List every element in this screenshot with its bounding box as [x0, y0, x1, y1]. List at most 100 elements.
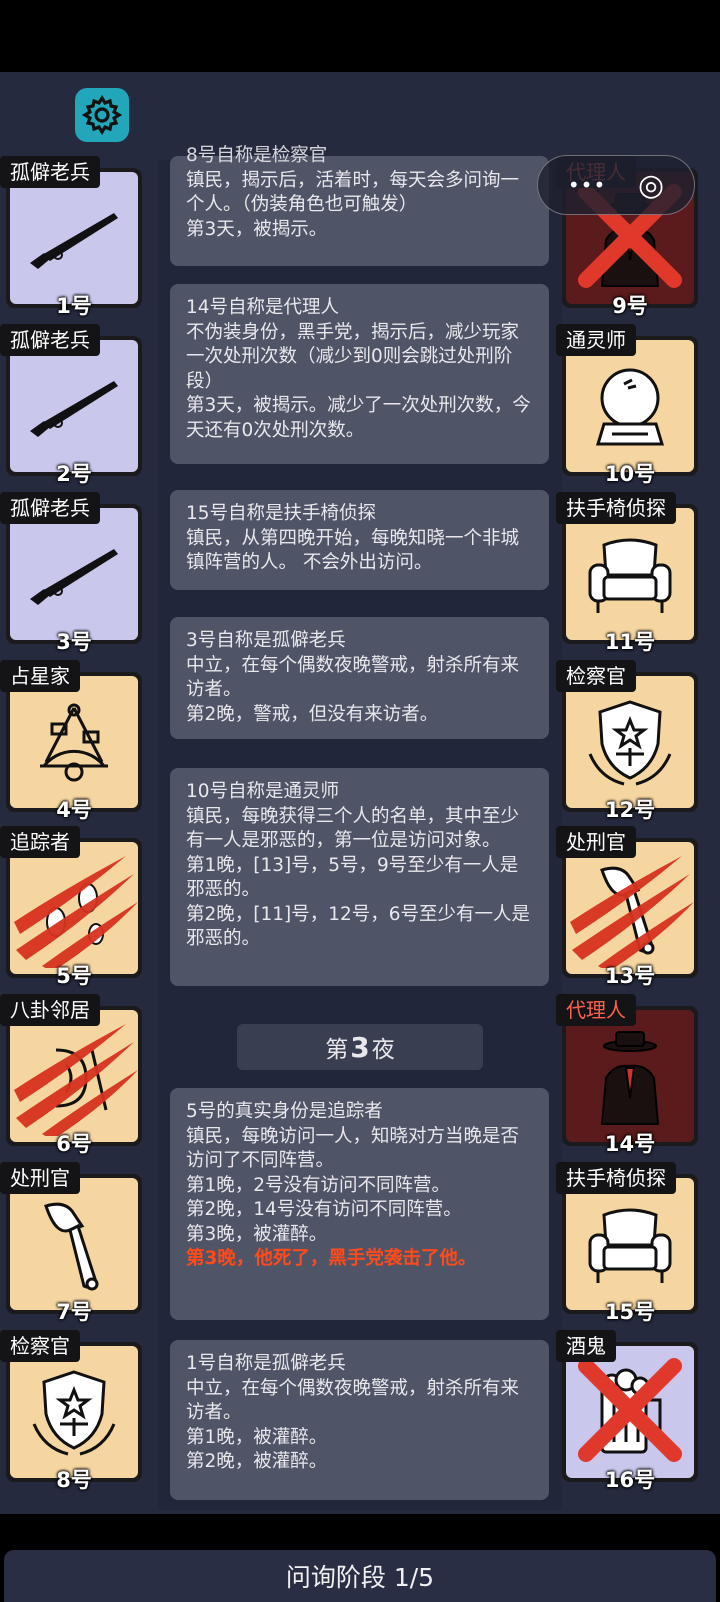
log-card-heading: 14号自称是代理人: [186, 297, 340, 318]
status-bar: [0, 0, 720, 72]
player-portrait: [10, 1178, 138, 1310]
player-role-label: 处刑官: [0, 1162, 80, 1194]
log-card-line: 镇民，揭示后，活着时，每天会多问询一个人。（伪装角色也可触发）: [186, 169, 520, 216]
log-card-line: 第1晚，2号没有访问不同阵营。: [186, 1174, 451, 1196]
night-number: 3: [350, 1030, 370, 1064]
armchair-icon: [576, 1196, 684, 1296]
player-role-label: 孤僻老兵: [0, 156, 100, 188]
player-portrait: [10, 340, 138, 472]
agent-icon: [576, 1028, 684, 1128]
log-card: 5号的真实身份是追踪者 镇民，每晚访问一人，知晓对方当晚是否访问了不同阵营。 第…: [170, 1088, 549, 1320]
player-number: 7号: [56, 1300, 92, 1324]
log-card: 15号自称是扶手椅侦探 镇民，从第四晚开始，每晚知晓一个非城镇阵营的人。 不会外…: [170, 490, 549, 590]
player-number: 15号: [604, 1300, 656, 1324]
player-role-label: 孤僻老兵: [0, 492, 100, 524]
player-card[interactable]: 酒鬼 16号: [556, 1330, 698, 1492]
log-card: 14号自称是代理人 不伪装身份，黑手党，揭示后，减少玩家一次处刑次数（减少到0则…: [170, 284, 549, 464]
night-label-suffix: 夜: [371, 1037, 395, 1063]
axe-icon: [20, 1196, 128, 1296]
log-card-heading: 8号自称是检察官: [186, 145, 328, 166]
log-card-line: 第3天，被揭示。: [186, 218, 328, 240]
player-number: 13号: [604, 964, 656, 988]
player-number: 14号: [604, 1132, 656, 1156]
player-portrait: [10, 508, 138, 640]
player-role-label: 扶手椅侦探: [556, 492, 676, 524]
player-number: 16号: [604, 1468, 656, 1492]
player-number: 9号: [612, 294, 648, 318]
player-card[interactable]: 通灵师 10号: [556, 324, 698, 486]
player-role-label: 代理人: [556, 994, 636, 1026]
armchair-icon: [576, 526, 684, 626]
player-card[interactable]: 扶手椅侦探 15号: [556, 1162, 698, 1324]
player-role-label: 占星家: [0, 660, 80, 692]
player-card[interactable]: 检察官 8号: [0, 1330, 142, 1492]
mini-program-capsule: ••• ◎: [537, 155, 695, 215]
log-card-heading: 3号自称是孤僻老兵: [186, 630, 346, 651]
player-card[interactable]: 孤僻老兵 1号: [0, 156, 142, 318]
player-number: 2号: [56, 462, 92, 486]
phase-indicator: 问询阶段 1/5: [4, 1550, 716, 1602]
log-card-heading: 1号自称是孤僻老兵: [186, 1353, 346, 1374]
player-number: 8号: [56, 1468, 92, 1492]
player-number: 10号: [604, 462, 656, 486]
player-card[interactable]: 扶手椅侦探 11号: [556, 492, 698, 654]
log-card-line: 镇民，每晚访问一人，知晓对方当晚是否访问了不同阵营。: [186, 1125, 520, 1172]
player-card[interactable]: 代理人 14号: [556, 994, 698, 1156]
claw-slash-icon: [562, 848, 698, 972]
log-card-line: 中立，在每个偶数夜晚警戒，射杀所有来访者。: [186, 654, 520, 701]
player-number: 4号: [56, 798, 92, 822]
log-card-line: 不伪装身份，黑手党，揭示后，减少玩家一次处刑次数（减少到0则会跳过处刑阶段）: [186, 321, 520, 392]
player-number: 12号: [604, 798, 656, 822]
player-role-label: 扶手椅侦探: [556, 1162, 676, 1194]
log-card: 10号自称是通灵师 镇民，每晚获得三个人的名单，其中至少有一人是邪恶的，第一位是…: [170, 768, 549, 986]
log-card-line: 第2晚，14号没有访问不同阵营。: [186, 1199, 462, 1220]
player-card[interactable]: 处刑官 13号: [556, 826, 698, 988]
close-target-icon[interactable]: ◎: [638, 168, 664, 203]
player-portrait: [566, 676, 694, 808]
player-portrait: [566, 1010, 694, 1142]
badge-icon: [20, 1364, 128, 1464]
eliminated-cross-icon: [572, 1352, 688, 1468]
player-portrait: [566, 1178, 694, 1310]
more-icon[interactable]: •••: [568, 173, 606, 197]
player-number: 5号: [56, 964, 92, 988]
player-role-label: 检察官: [556, 660, 636, 692]
crystal-ball-icon: [576, 358, 684, 458]
settings-button[interactable]: [75, 88, 129, 142]
log-card-line: 第3晚，被灌醉。: [186, 1223, 328, 1245]
player-number: 11号: [604, 630, 656, 654]
player-role-label: 酒鬼: [556, 1330, 616, 1362]
player-card[interactable]: 占星家 4号: [0, 660, 142, 822]
player-role-label: 八卦邻居: [0, 994, 100, 1026]
death-notice: 第3晚，他死了，黑手党袭击了他。: [186, 1248, 477, 1269]
log-card-line: 镇民，每晚获得三个人的名单，其中至少有一人是邪恶的，第一位是访问对象。: [186, 805, 520, 852]
player-role-label: 通灵师: [556, 324, 636, 356]
log-card-line: 第1晚，[13]号，5号，9号至少有一人是邪恶的。: [186, 854, 519, 901]
log-card-line: 中立，在每个偶数夜晚警戒，射杀所有来访者。: [186, 1377, 520, 1424]
player-number: 6号: [56, 1132, 92, 1156]
player-role-label: 追踪者: [0, 826, 80, 858]
player-card[interactable]: 追踪者 5号: [0, 826, 142, 988]
player-portrait: [566, 508, 694, 640]
player-card[interactable]: 处刑官 7号: [0, 1162, 142, 1324]
rifle-icon: [20, 190, 128, 290]
player-portrait: [566, 340, 694, 472]
player-number: 3号: [56, 630, 92, 654]
player-portrait: [10, 1346, 138, 1478]
player-portrait: [10, 676, 138, 808]
rifle-icon: [20, 358, 128, 458]
player-card[interactable]: 孤僻老兵 2号: [0, 324, 142, 486]
sextant-icon: [20, 694, 128, 794]
player-number: 1号: [56, 294, 92, 318]
player-card[interactable]: 八卦邻居 6号: [0, 994, 142, 1156]
log-card-heading: 5号的真实身份是追踪者: [186, 1101, 383, 1122]
player-card[interactable]: 检察官 12号: [556, 660, 698, 822]
player-portrait: [10, 172, 138, 304]
night-divider: 第3夜: [237, 1024, 483, 1070]
log-card-heading: 10号自称是通灵师: [186, 781, 340, 802]
log-card: 3号自称是孤僻老兵 中立，在每个偶数夜晚警戒，射杀所有来访者。 第2晚，警戒，但…: [170, 617, 549, 739]
player-role-label: 处刑官: [556, 826, 636, 858]
log-card: 1号自称是孤僻老兵 中立，在每个偶数夜晚警戒，射杀所有来访者。 第1晚，被灌醉。…: [170, 1340, 549, 1500]
player-card[interactable]: 孤僻老兵 3号: [0, 492, 142, 654]
claw-slash-icon: [6, 848, 142, 972]
